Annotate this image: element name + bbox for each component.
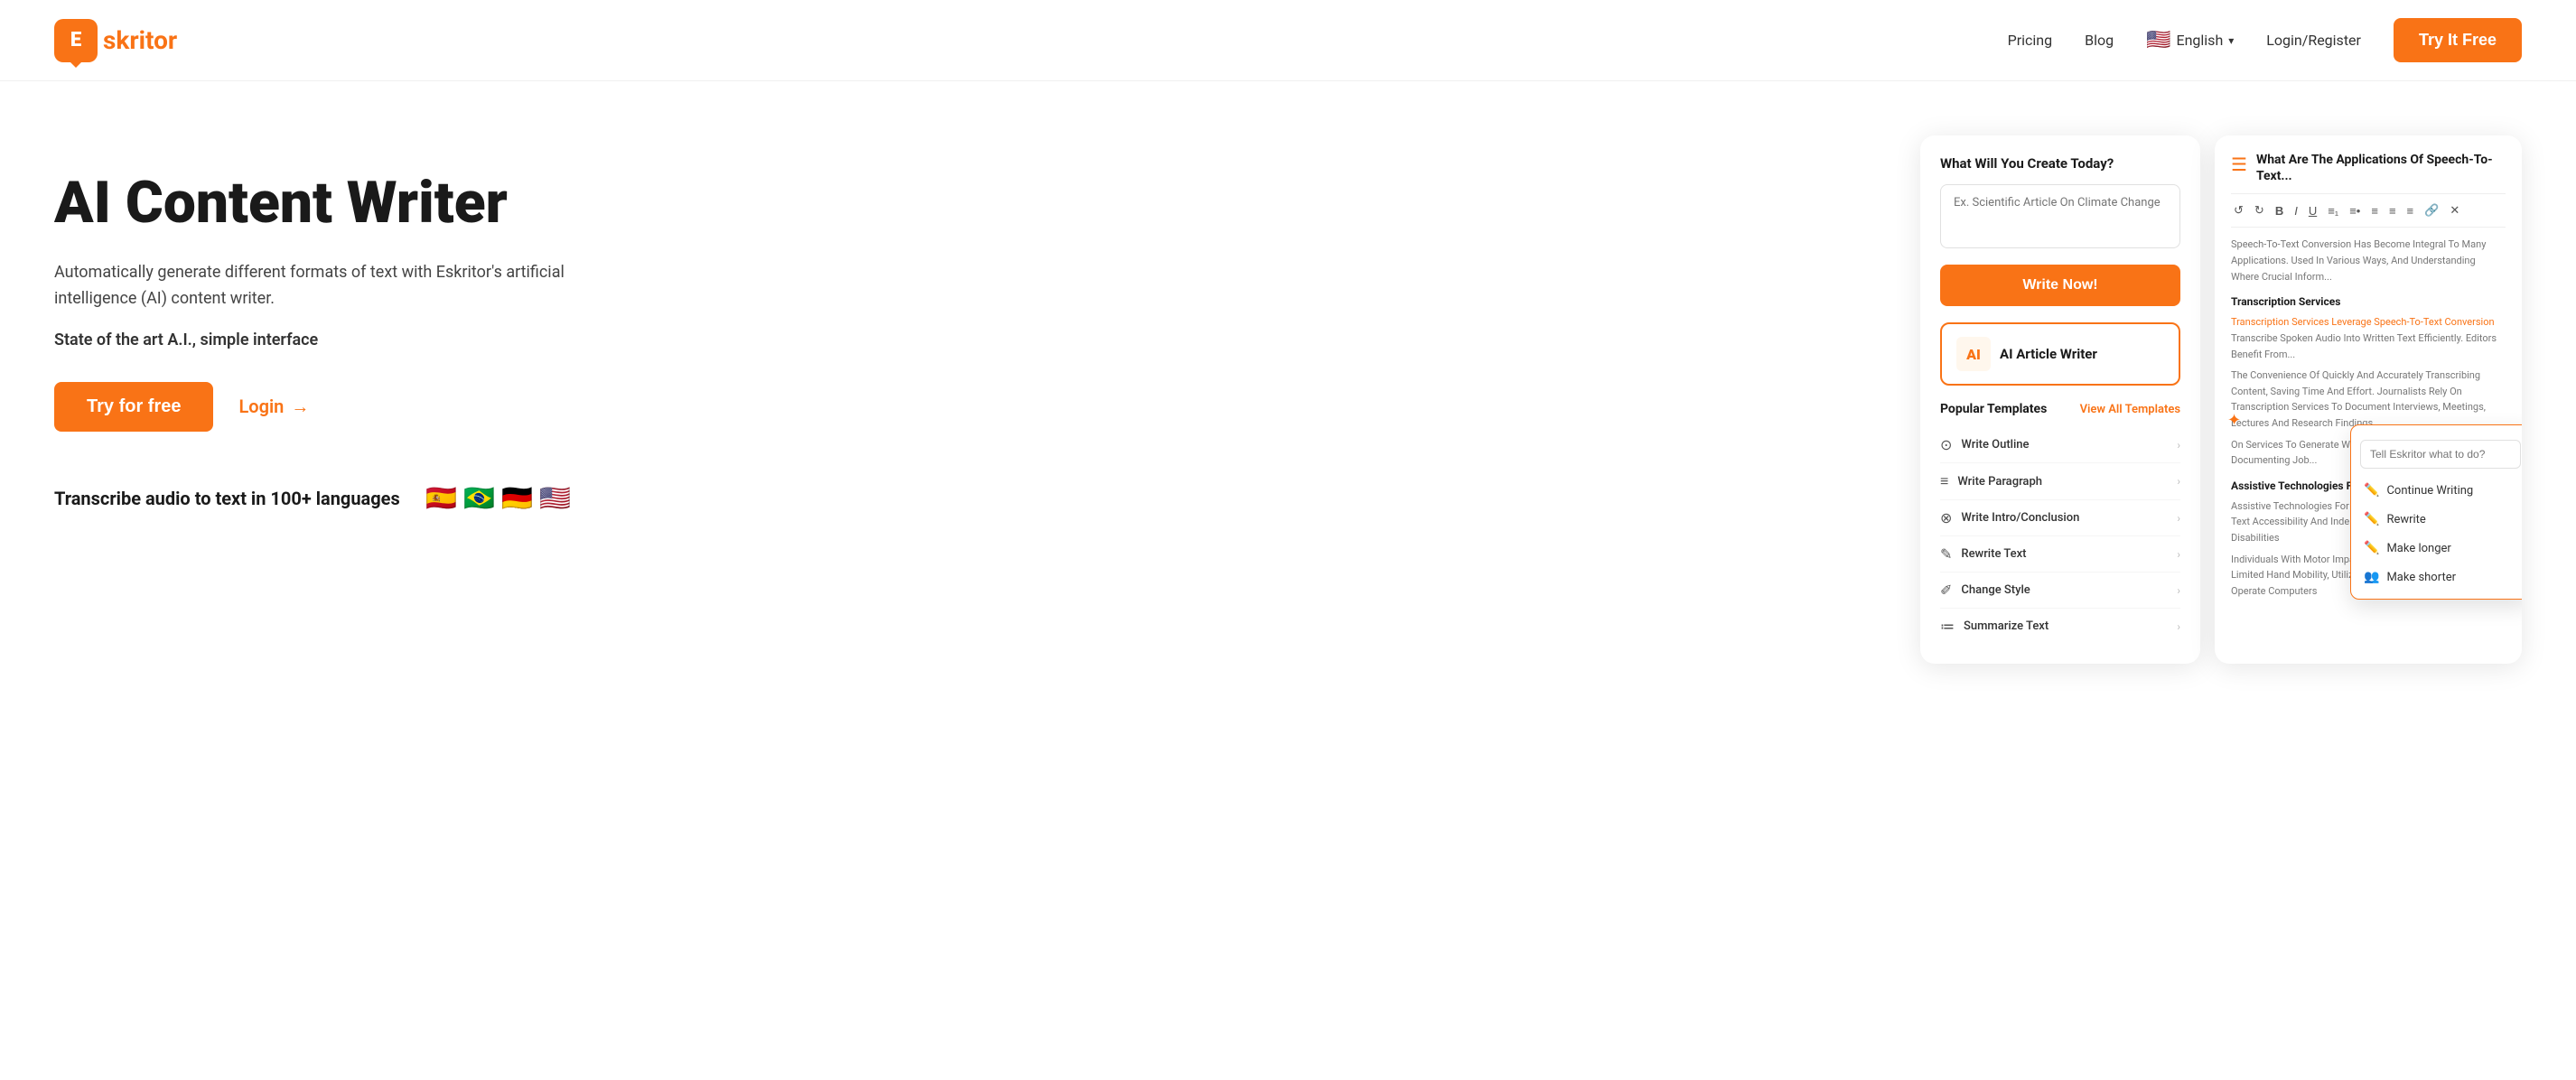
template-chevron-4: › — [2177, 584, 2180, 597]
arrow-icon: → — [291, 396, 309, 418]
shorter-icon: 👥 — [2364, 570, 2379, 584]
template-item[interactable]: ✎ Rewrite Text › — [1940, 536, 2180, 573]
template-icon-5: ≔ — [1940, 618, 1955, 635]
continue-icon: ✏️ — [2364, 483, 2379, 498]
template-chevron-0: › — [2177, 439, 2180, 452]
template-name-0: Write Outline — [1961, 438, 2029, 452]
template-icon-4: ✐ — [1940, 582, 1952, 599]
toolbar-underline[interactable]: U — [2306, 202, 2319, 219]
main-nav: Pricing Blog 🇺🇸 English ▾ Login/Register… — [2008, 18, 2522, 62]
editor-toolbar: ↺ ↻ B I U ≡₁ ≡• ≡ ≡ ≡ 🔗 ✕ — [2231, 193, 2506, 228]
template-item[interactable]: ⊙ Write Outline › — [1940, 427, 2180, 463]
nav-blog[interactable]: Blog — [2085, 32, 2114, 49]
shorter-label: Make shorter — [2386, 571, 2456, 584]
templates-header: Popular Templates View All Templates — [1940, 402, 2180, 416]
ai-dropdown-popup: ✏️ Continue Writing ✏️ Rewrite ✏️ Make l… — [2350, 424, 2522, 600]
header: E skritor Pricing Blog 🇺🇸 English ▾ Logi… — [0, 0, 2576, 81]
template-icon-2: ⊗ — [1940, 509, 1952, 526]
toolbar-bold[interactable]: B — [2273, 202, 2286, 219]
toolbar-align-left[interactable]: ≡ — [2368, 202, 2381, 219]
writer-panel: What Will You Create Today? Write Now! A… — [1920, 135, 2200, 664]
templates-list: ⊙ Write Outline › ≡ Write Paragraph › ⊗ … — [1940, 427, 2180, 644]
main-content: AI Content Writer Automatically generate… — [0, 81, 2576, 713]
template-chevron-3: › — [2177, 548, 2180, 561]
transcribe-row: Transcribe audio to text in 100+ languag… — [54, 475, 1884, 522]
editor-panel: ☰ What Are The Applications Of Speech-To… — [2215, 135, 2522, 664]
editor-intro-text: Speech-To-Text Conversion Has Become Int… — [2231, 237, 2506, 284]
dropdown-rewrite[interactable]: ✏️ Rewrite — [2351, 505, 2522, 534]
template-chevron-1: › — [2177, 475, 2180, 488]
editor-header: ☰ What Are The Applications Of Speech-To… — [2231, 152, 2506, 184]
language-selector[interactable]: 🇺🇸 English ▾ — [2146, 29, 2234, 51]
longer-label: Make longer — [2386, 542, 2450, 555]
toolbar-clear[interactable]: ✕ — [2447, 201, 2462, 219]
toolbar-ul[interactable]: ≡• — [2347, 202, 2363, 219]
toolbar-undo[interactable]: ↺ — [2231, 201, 2246, 219]
language-label: English — [2176, 32, 2223, 49]
template-name-2: Write Intro/Conclusion — [1961, 511, 2079, 525]
toolbar-align-center[interactable]: ≡ — [2386, 202, 2399, 219]
toolbar-redo[interactable]: ↻ — [2252, 201, 2267, 219]
toolbar-ol[interactable]: ≡₁ — [2325, 202, 2341, 219]
logo[interactable]: E skritor — [54, 19, 177, 62]
template-item[interactable]: ≔ Summarize Text › — [1940, 609, 2180, 644]
template-name-5: Summarize Text — [1964, 619, 2049, 633]
editor-text1: Transcription Services Leverage Speech-T… — [2231, 314, 2506, 362]
template-name-3: Rewrite Text — [1961, 547, 2026, 561]
header-try-free-button[interactable]: Try It Free — [2394, 18, 2522, 62]
hero-section: AI Content Writer Automatically generate… — [54, 135, 1884, 522]
chevron-down-icon: ▾ — [2228, 34, 2234, 47]
login-text: Login — [238, 396, 284, 417]
nav-pricing[interactable]: Pricing — [2008, 32, 2053, 49]
template-chevron-2: › — [2177, 512, 2180, 525]
hero-try-free-button[interactable]: Try for free — [54, 382, 213, 432]
ai-article-card[interactable]: AI AI Article Writer — [1940, 322, 2180, 386]
view-all-templates[interactable]: View All Templates — [2080, 403, 2180, 416]
toolbar-align-right[interactable]: ≡ — [2404, 202, 2417, 219]
template-name-4: Change Style — [1961, 583, 2030, 597]
cta-row: Try for free Login → — [54, 382, 1884, 432]
transcribe-text: Transcribe audio to text in 100+ languag… — [54, 488, 400, 509]
hamburger-icon[interactable]: ☰ — [2231, 154, 2247, 175]
templates-title: Popular Templates — [1940, 402, 2047, 416]
logo-icon: E — [54, 19, 98, 62]
template-icon-1: ≡ — [1940, 472, 1948, 490]
us-flag: 🇺🇸 — [2146, 29, 2170, 51]
continue-label: Continue Writing — [2386, 484, 2473, 498]
dropdown-make-longer[interactable]: ✏️ Make longer — [2351, 534, 2522, 563]
template-icon-3: ✎ — [1940, 545, 1952, 563]
rewrite-icon: ✏️ — [2364, 512, 2379, 526]
hero-title: AI Content Writer — [54, 172, 1884, 235]
template-chevron-5: › — [2177, 620, 2180, 633]
hero-subtitle2: State of the art A.I., simple interface — [54, 331, 1884, 349]
longer-icon: ✏️ — [2364, 541, 2379, 555]
right-panels: What Will You Create Today? Write Now! A… — [1920, 135, 2522, 664]
star-decoration: ✦ — [2227, 411, 2241, 430]
hero-login-link[interactable]: Login → — [238, 396, 309, 418]
ai-article-label: AI Article Writer — [2000, 346, 2097, 362]
writer-panel-title: What Will You Create Today? — [1940, 155, 2180, 172]
flag-stack: 🇪🇸 🇧🇷 🇩🇪 🇺🇸 — [418, 475, 579, 522]
nav-login-register[interactable]: Login/Register — [2266, 32, 2361, 49]
logo-text: skritor — [103, 25, 177, 55]
template-item[interactable]: ✐ Change Style › — [1940, 573, 2180, 609]
rewrite-label: Rewrite — [2386, 513, 2425, 526]
template-item[interactable]: ≡ Write Paragraph › — [1940, 463, 2180, 500]
dropdown-make-shorter[interactable]: 👥 Make shorter — [2351, 563, 2522, 591]
toolbar-italic[interactable]: I — [2291, 202, 2301, 219]
hero-subtitle: Automatically generate different formats… — [54, 260, 578, 312]
editor-text2: The Convenience Of Quickly And Accuratel… — [2231, 368, 2506, 431]
flag-usa: 🇺🇸 — [532, 475, 579, 522]
dropdown-continue-writing[interactable]: ✏️ Continue Writing — [2351, 476, 2522, 505]
template-item[interactable]: ⊗ Write Intro/Conclusion › — [1940, 500, 2180, 536]
template-icon-0: ⊙ — [1940, 436, 1952, 453]
editor-title: What Are The Applications Of Speech-To-T… — [2256, 152, 2506, 184]
topic-input[interactable] — [1940, 184, 2180, 248]
dropdown-input[interactable] — [2360, 440, 2521, 469]
write-now-button[interactable]: Write Now! — [1940, 265, 2180, 306]
toolbar-link[interactable]: 🔗 — [2422, 201, 2441, 219]
editor-section1-title: Transcription Services — [2231, 293, 2506, 311]
ai-icon: AI — [1956, 337, 1991, 371]
template-name-1: Write Paragraph — [1957, 475, 2042, 489]
